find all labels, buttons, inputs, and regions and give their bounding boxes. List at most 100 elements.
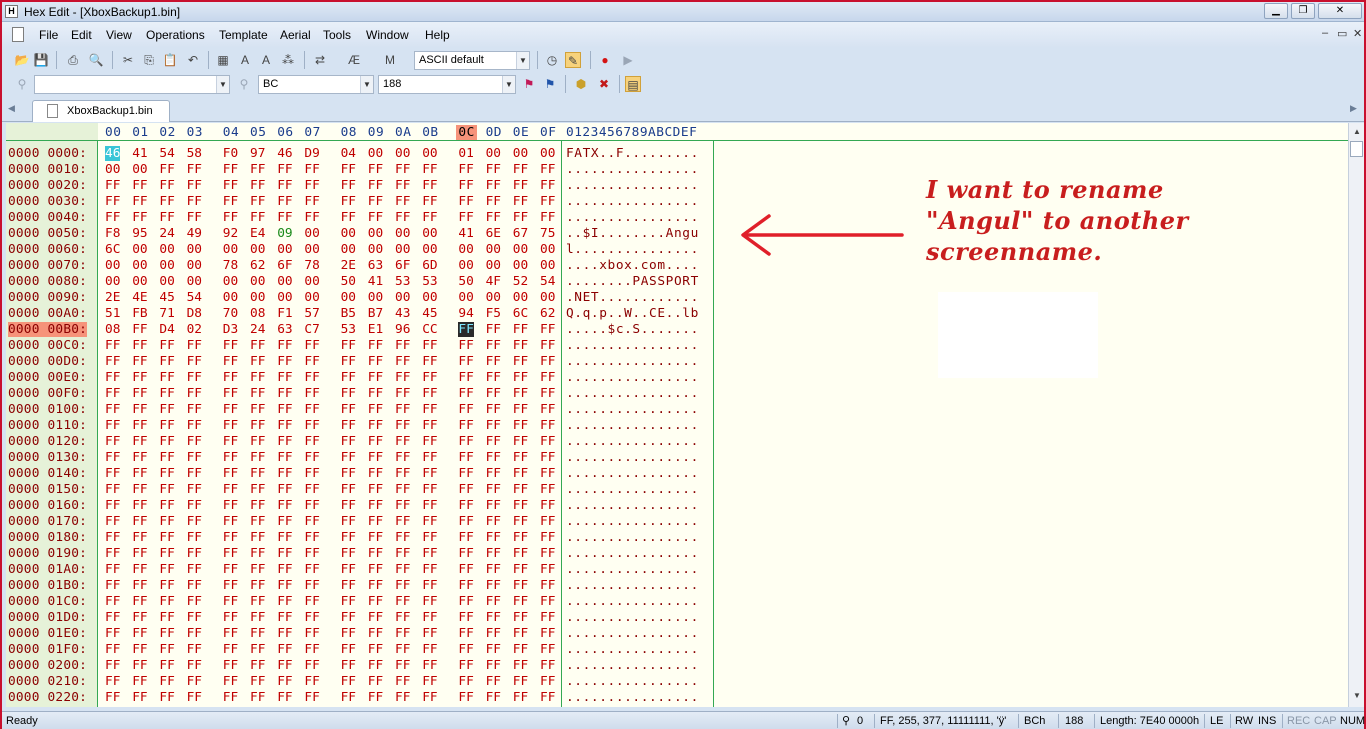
hex-byte[interactable]: FF <box>132 610 147 625</box>
hex-byte[interactable]: FF <box>105 482 120 497</box>
hex-byte[interactable]: 00 <box>368 290 383 305</box>
ascii-text[interactable]: ................ <box>566 562 699 577</box>
hex-byte[interactable]: FF <box>458 434 473 449</box>
hex-byte[interactable]: FF <box>223 434 238 449</box>
hex-byte[interactable]: FF <box>368 178 383 193</box>
hex-byte[interactable]: FF <box>422 386 437 401</box>
ascii-text[interactable]: ................ <box>566 546 699 561</box>
hex-byte[interactable]: 00 <box>132 242 147 257</box>
hex-byte[interactable]: FF <box>304 530 319 545</box>
hex-byte[interactable]: FF <box>277 658 292 673</box>
hex-byte[interactable]: FF <box>341 562 356 577</box>
hex-byte[interactable]: FF <box>395 418 410 433</box>
hex-byte[interactable]: FF <box>105 210 120 225</box>
hex-byte[interactable]: FF <box>187 546 202 561</box>
hex-byte[interactable]: FF <box>277 450 292 465</box>
hex-byte[interactable]: FF <box>513 674 528 689</box>
hex-byte[interactable]: FF <box>458 386 473 401</box>
hex-byte[interactable]: FF <box>250 578 265 593</box>
hex-byte[interactable]: FF <box>223 562 238 577</box>
hex-byte[interactable]: FF <box>105 658 120 673</box>
hex-byte[interactable]: FF <box>513 354 528 369</box>
goto-icon[interactable]: ⇄ <box>312 52 328 68</box>
ascii-text[interactable]: ................ <box>566 354 699 369</box>
hex-byte[interactable]: FF <box>368 386 383 401</box>
hex-byte[interactable]: FF <box>395 642 410 657</box>
vertical-scrollbar[interactable]: ▲ ▼ <box>1348 123 1364 707</box>
menu-help[interactable]: Help <box>425 28 450 42</box>
hex-byte[interactable]: FF <box>341 482 356 497</box>
hex-byte[interactable]: FF <box>132 450 147 465</box>
menu-tools[interactable]: Tools <box>323 28 351 42</box>
hex-byte[interactable]: FF <box>277 674 292 689</box>
hex-byte[interactable]: 00 <box>486 258 501 273</box>
hex-ascii-icon[interactable]: Æ <box>346 52 362 68</box>
hex-byte[interactable]: F5 <box>486 306 501 321</box>
ascii-text[interactable]: ................ <box>566 370 699 385</box>
hex-byte[interactable]: 62 <box>250 258 265 273</box>
hex-byte[interactable]: 45 <box>422 306 437 321</box>
hex-byte[interactable]: FF <box>395 578 410 593</box>
hex-byte[interactable]: FF <box>422 466 437 481</box>
hex-byte[interactable]: 00 <box>132 274 147 289</box>
hex-byte[interactable]: E1 <box>368 322 383 337</box>
hex-byte[interactable]: FF <box>368 674 383 689</box>
hex-byte[interactable]: FF <box>540 690 555 705</box>
hex-byte[interactable]: FF <box>540 482 555 497</box>
hex-byte[interactable]: FF <box>159 658 174 673</box>
hex-byte[interactable]: FF <box>187 370 202 385</box>
ascii-text[interactable]: ................ <box>566 594 699 609</box>
hex-byte[interactable]: FF <box>458 466 473 481</box>
mdi-close-icon[interactable]: ✕ <box>1353 27 1362 40</box>
hex-byte[interactable]: 01 <box>458 146 473 161</box>
hex-byte[interactable]: FF <box>486 162 501 177</box>
hex-byte[interactable]: FF <box>159 194 174 209</box>
hex-byte[interactable]: FF <box>395 386 410 401</box>
hex-byte[interactable]: FF <box>395 514 410 529</box>
ascii-text[interactable]: ................ <box>566 450 699 465</box>
hex-byte[interactable]: FF <box>187 642 202 657</box>
hex-byte[interactable]: FF <box>422 482 437 497</box>
hex-byte[interactable]: D9 <box>304 146 319 161</box>
hex-byte[interactable]: FF <box>132 210 147 225</box>
hex-byte[interactable]: 08 <box>250 306 265 321</box>
hex-byte[interactable]: FF <box>105 546 120 561</box>
hex-byte[interactable]: FF <box>159 562 174 577</box>
hex-byte[interactable]: FF <box>513 210 528 225</box>
hex-byte[interactable]: FF <box>368 210 383 225</box>
hex-byte[interactable]: FF <box>422 418 437 433</box>
hex-byte[interactable]: FF <box>486 178 501 193</box>
hex-byte[interactable]: FF <box>187 402 202 417</box>
hex-byte[interactable]: FF <box>395 562 410 577</box>
hex-byte[interactable]: 50 <box>458 274 473 289</box>
hex-byte[interactable]: D8 <box>187 306 202 321</box>
hex-byte[interactable]: 00 <box>159 274 174 289</box>
hex-byte[interactable]: FF <box>368 642 383 657</box>
hex-byte[interactable]: FF <box>187 194 202 209</box>
hex-byte[interactable]: FF <box>395 482 410 497</box>
hex-byte[interactable]: FF <box>395 594 410 609</box>
hex-byte[interactable]: FF <box>223 690 238 705</box>
hex-byte[interactable]: FF <box>223 402 238 417</box>
hex-byte[interactable]: 2E <box>341 258 356 273</box>
hex-byte[interactable]: FF <box>422 546 437 561</box>
hex-byte[interactable]: FF <box>395 690 410 705</box>
hex-byte[interactable]: FF <box>341 338 356 353</box>
hex-byte[interactable]: FF <box>422 626 437 641</box>
chevron-down-icon[interactable]: ▼ <box>516 52 529 69</box>
hex-byte[interactable]: FF <box>277 402 292 417</box>
hex-byte[interactable]: FF <box>486 194 501 209</box>
hex-byte[interactable]: FF <box>132 386 147 401</box>
hex-byte[interactable]: FF <box>486 674 501 689</box>
scroll-down-icon[interactable]: ▼ <box>1350 689 1364 703</box>
hex-byte[interactable]: 54 <box>540 274 555 289</box>
hex-byte[interactable]: FF <box>223 162 238 177</box>
hex-byte[interactable]: FF <box>132 626 147 641</box>
hex-byte[interactable]: FF <box>159 530 174 545</box>
hex-byte[interactable]: 00 <box>422 290 437 305</box>
hex-byte[interactable]: FF <box>341 466 356 481</box>
hex-byte[interactable]: FF <box>132 674 147 689</box>
hex-byte[interactable]: FF <box>132 594 147 609</box>
hex-byte[interactable]: FF <box>223 370 238 385</box>
hex-byte[interactable]: FF <box>304 418 319 433</box>
